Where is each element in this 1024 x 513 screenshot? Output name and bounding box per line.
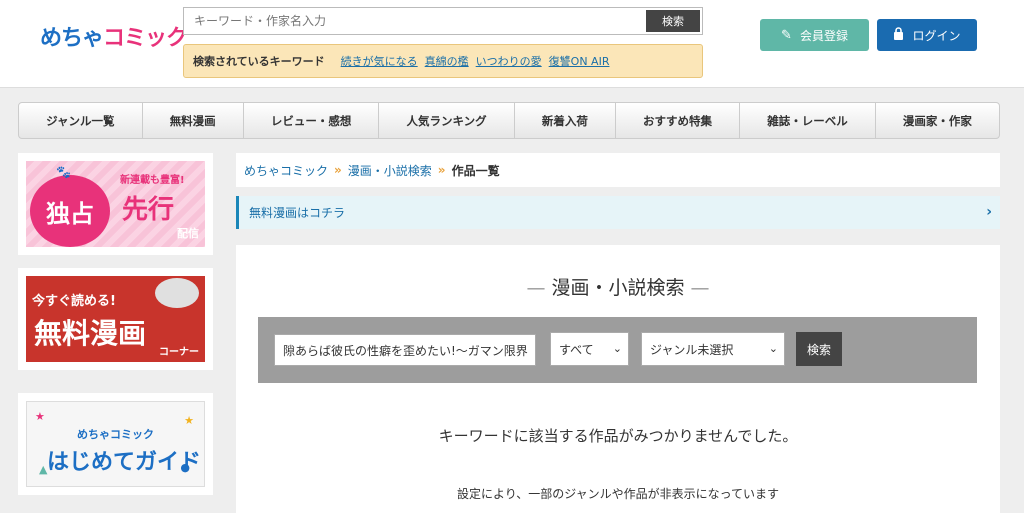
exclusive-badge: 独占: [30, 175, 110, 247]
logo-text-part2: コミック: [103, 26, 188, 51]
nav-item-recommended[interactable]: おすすめ特集: [616, 103, 741, 138]
nav-item-new-arrivals[interactable]: 新着入荷: [515, 103, 616, 138]
keyword-link[interactable]: いつわりの愛: [476, 53, 542, 69]
beginner-guide-banner[interactable]: ★ ★ ▲ ● めちゃコミック はじめてガイド: [18, 393, 213, 495]
nav-item-authors[interactable]: 漫画家・作家: [876, 103, 999, 138]
star-icon: ★: [35, 410, 45, 423]
banner-heading: 無料漫画: [34, 317, 147, 350]
search-results-panel: — 漫画・小説検索 — すべて ⌄ ジャンル未選択 ⌄ 検索 キーワードに該当す…: [236, 245, 1000, 513]
exclusive-preview-banner[interactable]: 独占 🐾 新連載も豊富! 先行 配信: [18, 153, 213, 255]
keyword-search-input[interactable]: [274, 334, 536, 366]
header-search-box: 検索: [183, 7, 703, 35]
free-manga-link-label: 無料漫画はコチラ: [249, 206, 346, 220]
search-submit-button[interactable]: 検索: [796, 332, 842, 366]
banner-background: ★ ★ ▲ ● めちゃコミック はじめてガイド: [26, 401, 205, 487]
breadcrumb: めちゃコミック » 漫画・小説検索 » 作品一覧: [236, 153, 1000, 187]
register-button[interactable]: ✎ 会員登録: [760, 19, 869, 51]
genre-select-value: ジャンル未選択: [650, 342, 734, 357]
banner-heading: はじめてガイド: [47, 450, 202, 475]
lock-icon: [893, 26, 904, 44]
chevron-down-icon: ⌄: [612, 342, 622, 355]
banner-subheading: コーナー: [159, 347, 199, 358]
keyword-link[interactable]: 復讐ON AIR: [549, 53, 610, 69]
breadcrumb-link-search[interactable]: 漫画・小説検索: [348, 162, 432, 179]
paw-icon: 🐾: [56, 165, 71, 179]
nav-item-free-manga[interactable]: 無料漫画: [143, 103, 244, 138]
header-search-button[interactable]: 検索: [646, 10, 700, 32]
header-search-input[interactable]: [184, 8, 644, 34]
filter-notice: 設定により、一部のジャンルや作品が非表示になっています: [456, 487, 780, 501]
breadcrumb-current: 作品一覧: [451, 163, 500, 178]
page-title: — 漫画・小説検索 —: [236, 273, 1000, 300]
breadcrumb-link-home[interactable]: めちゃコミック: [244, 162, 328, 179]
chevron-down-icon: ⌄: [768, 342, 778, 355]
logo-text-part1: めちゃ: [40, 26, 104, 51]
nav-item-ranking[interactable]: 人気ランキング: [379, 103, 515, 138]
free-manga-link-bar[interactable]: 無料漫画はコチラ ›: [236, 196, 1000, 229]
banner-background: 独占 🐾 新連載も豊富! 先行 配信: [26, 161, 205, 247]
login-button[interactable]: ログイン: [877, 19, 977, 51]
nav-item-genre-list[interactable]: ジャンル一覧: [19, 103, 143, 138]
nav-item-magazines[interactable]: 雑誌・レーベル: [740, 103, 876, 138]
register-label: 会員登録: [799, 28, 848, 43]
main-nav: ジャンル一覧 無料漫画 レビュー・感想 人気ランキング 新着入荷 おすすめ特集 …: [18, 102, 1000, 139]
nav-item-reviews[interactable]: レビュー・感想: [244, 103, 380, 138]
banner-tagline: めちゃコミック: [77, 428, 154, 441]
no-results-message: キーワードに該当する作品がみつかりませんでした。: [438, 427, 798, 445]
breadcrumb-separator-icon: »: [437, 163, 446, 177]
header: めちゃコミック 検索 検索されているキーワード 続きが気になる 真綿の檻 いつわ…: [0, 0, 1024, 88]
category-select[interactable]: すべて ⌄: [550, 332, 629, 366]
category-select-value: すべて: [559, 342, 594, 357]
site-logo[interactable]: めちゃコミック: [40, 20, 188, 52]
banner-background: 今すぐ読める! 無料漫画 コーナー: [26, 276, 205, 362]
page-title-text: 漫画・小説検索: [551, 277, 685, 299]
free-manga-banner[interactable]: 今すぐ読める! 無料漫画 コーナー: [18, 268, 213, 370]
star-icon: ★: [184, 414, 194, 427]
search-form: すべて ⌄ ジャンル未選択 ⌄ 検索: [258, 317, 977, 383]
edit-icon: ✎: [781, 27, 792, 43]
speech-bubble-icon: [155, 278, 199, 308]
banner-subheading: 配信: [177, 227, 199, 240]
chevron-right-icon: ›: [986, 204, 992, 220]
banner-heading: 先行: [122, 195, 175, 225]
title-dash-icon: —: [684, 277, 710, 299]
banner-tagline: 新連載も豊富!: [120, 175, 185, 186]
popular-keywords-label: 検索されているキーワード: [193, 55, 325, 68]
breadcrumb-separator-icon: »: [334, 163, 342, 177]
keyword-link[interactable]: 真綿の檻: [425, 53, 469, 69]
keyword-link[interactable]: 続きが気になる: [341, 53, 418, 69]
genre-select[interactable]: ジャンル未選択 ⌄: [641, 332, 785, 366]
banner-tagline: 今すぐ読める!: [32, 294, 116, 309]
title-dash-icon: —: [526, 277, 552, 299]
popular-keywords-bar: 検索されているキーワード 続きが気になる 真綿の檻 いつわりの愛 復讐ON AI…: [183, 44, 703, 78]
login-label: ログイン: [912, 28, 961, 43]
